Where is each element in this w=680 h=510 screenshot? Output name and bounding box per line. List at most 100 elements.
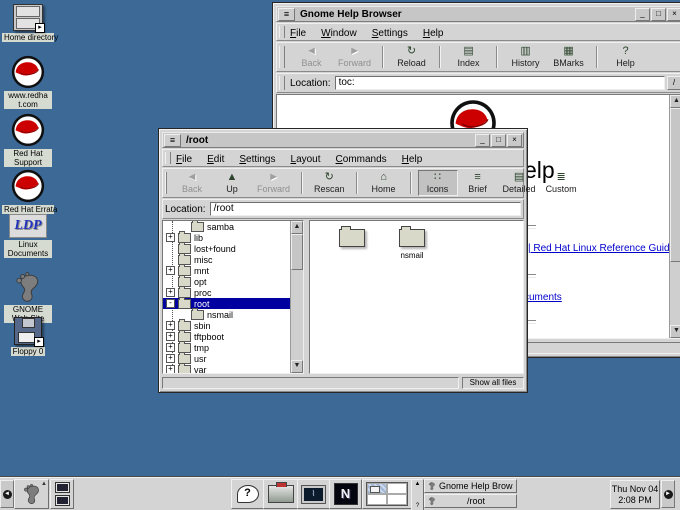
scroll-track[interactable] [670, 108, 680, 325]
fm-titlebar[interactable]: ≡ /root _□× [162, 132, 524, 148]
maximize-button[interactable]: □ [491, 134, 506, 147]
toolbar-button-up[interactable]: ▲Up [212, 170, 252, 196]
pager-desk[interactable] [387, 483, 407, 494]
tree-expander-icon[interactable]: + [166, 354, 175, 363]
toolbar-button-forward[interactable]: ►Forward [252, 170, 295, 196]
link-documents[interactable]: cuments [524, 292, 562, 303]
netscape-launcher[interactable]: N [329, 479, 362, 509]
toolbar-button-back[interactable]: ◄Back [172, 170, 212, 196]
toolbar-button-label: History [512, 58, 540, 68]
desktop-icon-ldp[interactable]: LDP Linux Documents [4, 214, 52, 258]
menu-file[interactable]: File [176, 154, 192, 165]
task-button-gnome-help-browser[interactable]: Gnome Help Browser [424, 479, 517, 493]
desktop-icon-gnome-web-site[interactable]: GNOME Web Site [4, 271, 52, 323]
menubar-grippy[interactable] [165, 152, 171, 164]
desktop-icon-red-hat-support[interactable]: Red Hat Support [4, 113, 52, 167]
configuration-tool-launcher[interactable] [263, 479, 298, 509]
tree-expander-icon[interactable]: + [166, 266, 175, 275]
task-button--root[interactable]: /root [424, 494, 517, 508]
toolbar-button-icons[interactable]: ∷Icons [418, 170, 458, 196]
scroll-thumb[interactable] [291, 234, 303, 270]
menu-commands[interactable]: Commands [336, 154, 387, 165]
scroll-down-icon[interactable]: ▼ [670, 325, 680, 338]
desktop-icon-www-redhat-com[interactable]: www.redhat.com [4, 55, 52, 109]
desk-guide-side-buttons[interactable]: ▲ ? [411, 479, 424, 510]
clock-applet[interactable]: Thu Nov 04 2:08 PM [610, 480, 660, 509]
pager-desk[interactable] [367, 494, 387, 505]
toolbar-button-back[interactable]: ◄Back [290, 44, 333, 70]
tree-expander-icon[interactable]: + [166, 288, 175, 297]
location-input[interactable]: toc: [335, 76, 665, 90]
toolbar-button-bmarks[interactable]: ▦BMarks [547, 44, 590, 70]
toolbar-button-reload[interactable]: ↻Reload [390, 44, 433, 70]
toolbar-button-help[interactable]: ?Help [604, 44, 647, 70]
file-item-nsmail[interactable]: nsmail [386, 229, 438, 260]
menu-file[interactable]: File [290, 28, 306, 39]
locationbar-grippy[interactable] [279, 76, 285, 90]
help-titlebar[interactable]: ≡ Gnome Help Browser _□× [276, 6, 680, 22]
tree-expander-icon[interactable]: - [166, 299, 175, 308]
scroll-up-icon[interactable]: ▲ [291, 221, 303, 234]
toolbar-button-label: Home [372, 184, 396, 194]
menu-help[interactable]: Help [402, 154, 423, 165]
tree-expander-icon[interactable]: + [166, 233, 175, 242]
tree-item-var[interactable]: +var [163, 364, 290, 373]
menu-edit[interactable]: Edit [207, 154, 224, 165]
menu-layout[interactable]: Layout [291, 154, 321, 165]
tree-expander-icon[interactable]: + [166, 365, 175, 373]
tree-expander-icon[interactable]: + [166, 332, 175, 341]
menu-help[interactable]: Help [423, 28, 444, 39]
tasklist-applet[interactable] [50, 479, 74, 509]
scroll-down-icon[interactable]: ▼ [291, 360, 303, 373]
toolbar-button-custom[interactable]: ≣Custom [541, 170, 582, 196]
desktop-icon-floppy-0[interactable]: ▸ Floppy 0 [4, 317, 52, 356]
toolbar-button-home[interactable]: ⌂Home [364, 170, 404, 196]
folder-icon [178, 299, 191, 309]
toolbar-grippy[interactable] [165, 172, 167, 194]
fm-statusbar: Show all files [162, 375, 524, 389]
maximize-button[interactable]: □ [651, 8, 666, 21]
pager-question-icon[interactable]: ? [416, 503, 419, 509]
desk-guide-applet[interactable] [362, 479, 412, 509]
toolbar-button-forward[interactable]: ►Forward [333, 44, 376, 70]
pager-up-icon[interactable]: ▲ [415, 481, 421, 487]
menu-settings[interactable]: Settings [372, 28, 408, 39]
help-vertical-scrollbar[interactable]: ▲ ▼ [669, 95, 680, 338]
panel-hide-left-button[interactable]: ◄ [0, 480, 14, 508]
file-item[interactable] [326, 229, 378, 260]
location-input[interactable]: /root [210, 202, 521, 216]
tree-expander-icon[interactable]: + [166, 343, 175, 352]
menu-settings[interactable]: Settings [239, 154, 275, 165]
desktop-icon-home-directory[interactable]: ▸ Home directory [4, 4, 52, 42]
pager-desk[interactable] [387, 494, 407, 505]
close-button[interactable]: × [507, 134, 522, 147]
minimize-button[interactable]: _ [635, 8, 650, 21]
scroll-up-icon[interactable]: ▲ [670, 95, 680, 108]
window-menu-icon[interactable]: ≡ [278, 8, 295, 21]
toolbar-grippy[interactable] [279, 46, 285, 68]
gnome-main-menu-button[interactable]: ▲ [14, 479, 49, 509]
menu-window[interactable]: Window [321, 28, 357, 39]
terminal-launcher[interactable]: ⌇ [297, 479, 330, 509]
scroll-thumb[interactable] [670, 108, 680, 262]
pager-current-desk[interactable] [367, 483, 387, 494]
location-dropdown-button[interactable]: / [667, 76, 680, 90]
toolbar-button-history[interactable]: ▥History [504, 44, 547, 70]
window-menu-icon[interactable]: ≡ [164, 134, 181, 147]
toolbar-button-rescan[interactable]: ↻Rescan [309, 170, 350, 196]
link-reference-guide[interactable]: | Red Hat Linux Reference Guide [528, 243, 669, 254]
tree-expander-icon[interactable]: + [166, 321, 175, 330]
panel-hide-right-button[interactable]: ► [661, 480, 675, 508]
scroll-track[interactable] [291, 234, 303, 360]
minimize-button[interactable]: _ [475, 134, 490, 147]
tree-scrollbar[interactable]: ▲ ▼ [290, 221, 303, 373]
reload-icon: ↻ [407, 46, 416, 57]
toolbar-button-brief[interactable]: ≡Brief [458, 170, 498, 196]
menubar-grippy[interactable] [279, 26, 285, 38]
desktop-icon-red-hat-errata[interactable]: Red Hat Errata [4, 169, 52, 214]
tree-item-root[interactable]: -root [163, 298, 290, 309]
toolbar-button-detailed[interactable]: ▤Detailed [498, 170, 541, 196]
close-button[interactable]: × [667, 8, 680, 21]
help-launcher[interactable]: ? [231, 479, 264, 509]
toolbar-button-index[interactable]: ▤Index [447, 44, 490, 70]
